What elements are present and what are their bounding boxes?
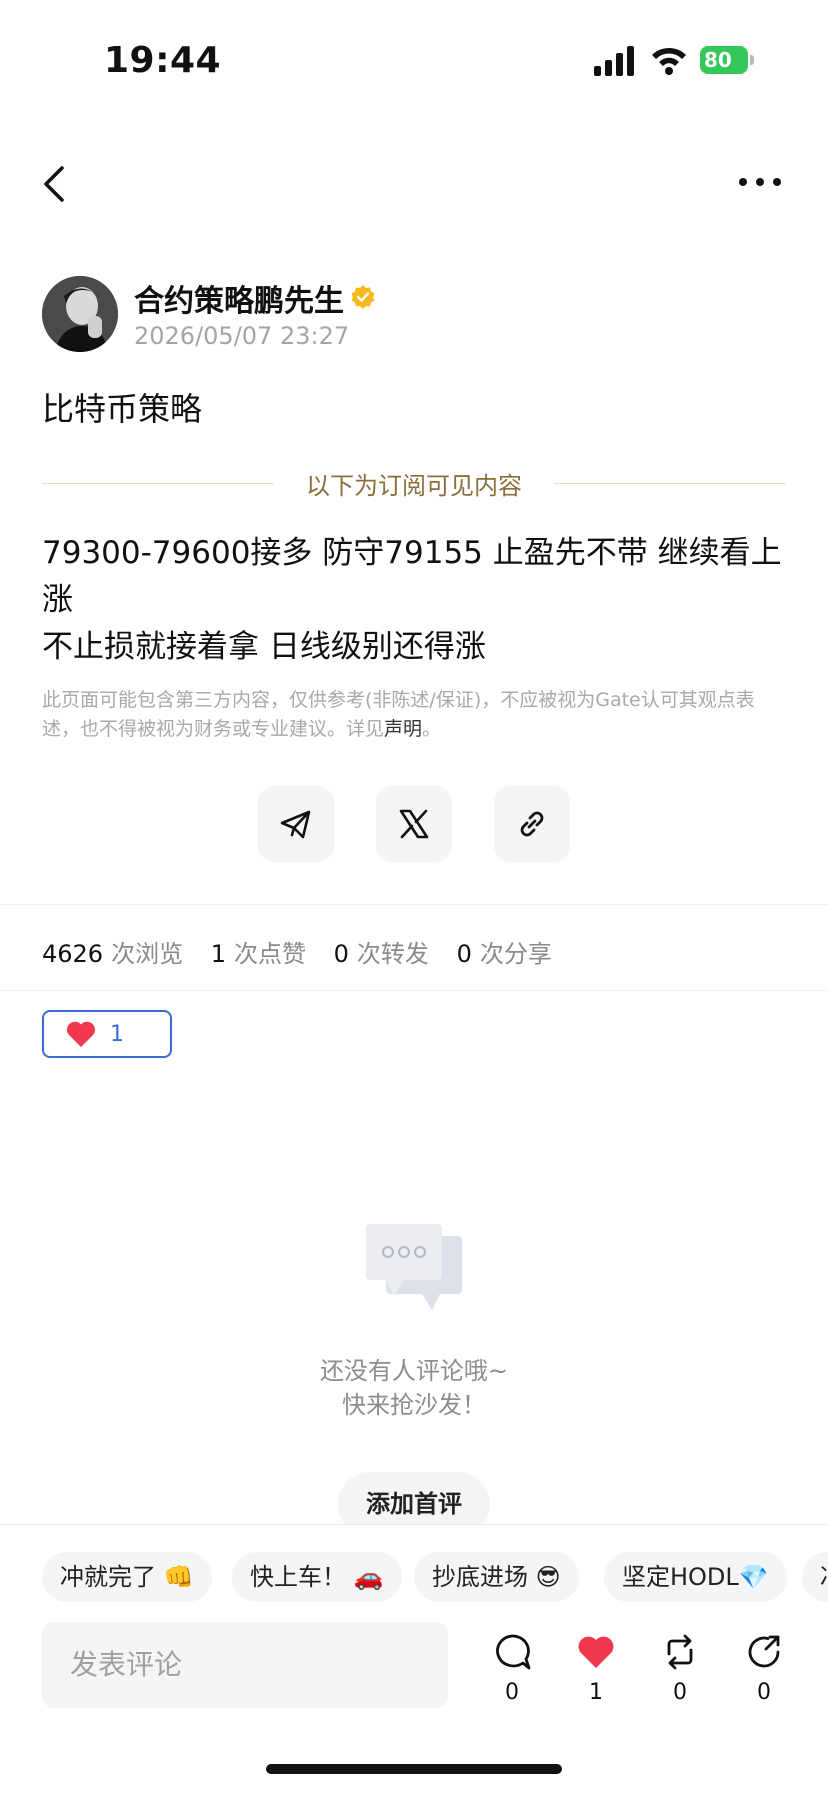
reposts-count: 0 [333,940,349,968]
x-logo-icon [399,809,429,839]
link-icon [520,811,544,837]
comment-bubble-icon [496,1634,531,1670]
quick-reply-chip[interactable]: 冲就完了 👊 [42,1552,212,1602]
share-icon [748,1635,780,1668]
disclaimer: 此页面可能包含第三方内容，仅供参考(非陈述/保证)，不应被视为Gate认可其观点… [42,686,786,744]
comment-action[interactable]: 0 [482,1632,542,1705]
repost-icon [667,1634,693,1670]
post-body-line: 79300-79600接多 防守79155 止盈先不带 继续看上涨 [42,535,782,618]
status-time: 19:44 [104,40,222,81]
author-name[interactable]: 合约策略鹏先生 [134,276,344,320]
views-count: 4626 [42,940,104,968]
quick-reply-chip[interactable]: 快上车！ 🚗 [232,1552,402,1602]
battery-icon: 80 [700,46,756,76]
share-action[interactable]: 0 [734,1632,794,1705]
heart-icon [578,1636,614,1668]
shares-count: 0 [456,940,472,968]
disclaimer-end: 。 [422,718,442,740]
back-arrow-icon[interactable] [40,164,70,204]
wifi-icon [652,47,686,75]
post-title: 比特币策略 [42,390,203,428]
heart-icon [67,1021,95,1047]
like-count: 1 [589,1680,603,1705]
disclaimer-link[interactable]: 声明 [384,718,422,740]
copy-link-button[interactable] [494,786,570,862]
cellular-signal-icon [594,46,634,76]
telegram-icon [280,810,311,839]
reposts-label: 次转发 [356,940,429,968]
empty-comments-icon [366,1224,462,1310]
reaction-count: 1 [110,1021,124,1047]
empty-line: 快来抢沙发！ [342,1391,486,1419]
share-count: 0 [757,1680,771,1705]
battery-level: 80 [700,46,748,74]
home-indicator [266,1764,562,1774]
heart-reaction-button[interactable]: 1 [42,1010,172,1058]
separator [0,990,828,991]
avatar[interactable] [42,276,118,352]
post-body-line: 不止损就接着拿 日线级别还得涨 [42,629,486,665]
quick-reply-chip[interactable]: 坚定HODL💎 [604,1552,787,1602]
share-telegram-button[interactable] [258,786,334,862]
comment-count: 0 [505,1680,519,1705]
post-timestamp: 2026/05/07 23:27 [134,322,350,350]
post-stats: 4626 次浏览 1 次点赞 0 次转发 0 次分享 [42,934,572,969]
share-x-button[interactable] [376,786,452,862]
shares-label: 次分享 [479,940,552,968]
verified-badge-icon [351,285,375,309]
repost-count: 0 [673,1680,687,1705]
repost-action[interactable]: 0 [650,1632,710,1705]
likes-label: 次点赞 [234,940,306,968]
comment-input[interactable]: 发表评论 [42,1622,448,1708]
empty-line: 还没有人评论哦~ [319,1357,509,1385]
separator [0,904,828,905]
like-action[interactable]: 1 [566,1632,626,1705]
likes-count: 1 [210,940,226,968]
views-label: 次浏览 [111,940,184,968]
quick-reply-chip[interactable]: 抄底进场 😎 [414,1552,579,1602]
post-body: 79300-79600接多 防守79155 止盈先不带 继续看上涨 不止损就接着… [42,530,786,671]
more-options-icon[interactable] [738,176,782,188]
empty-comments-text: 还没有人评论哦~ 快来抢沙发！ [0,1354,828,1422]
subscription-divider-label: 以下为订阅可见内容 [306,472,522,500]
